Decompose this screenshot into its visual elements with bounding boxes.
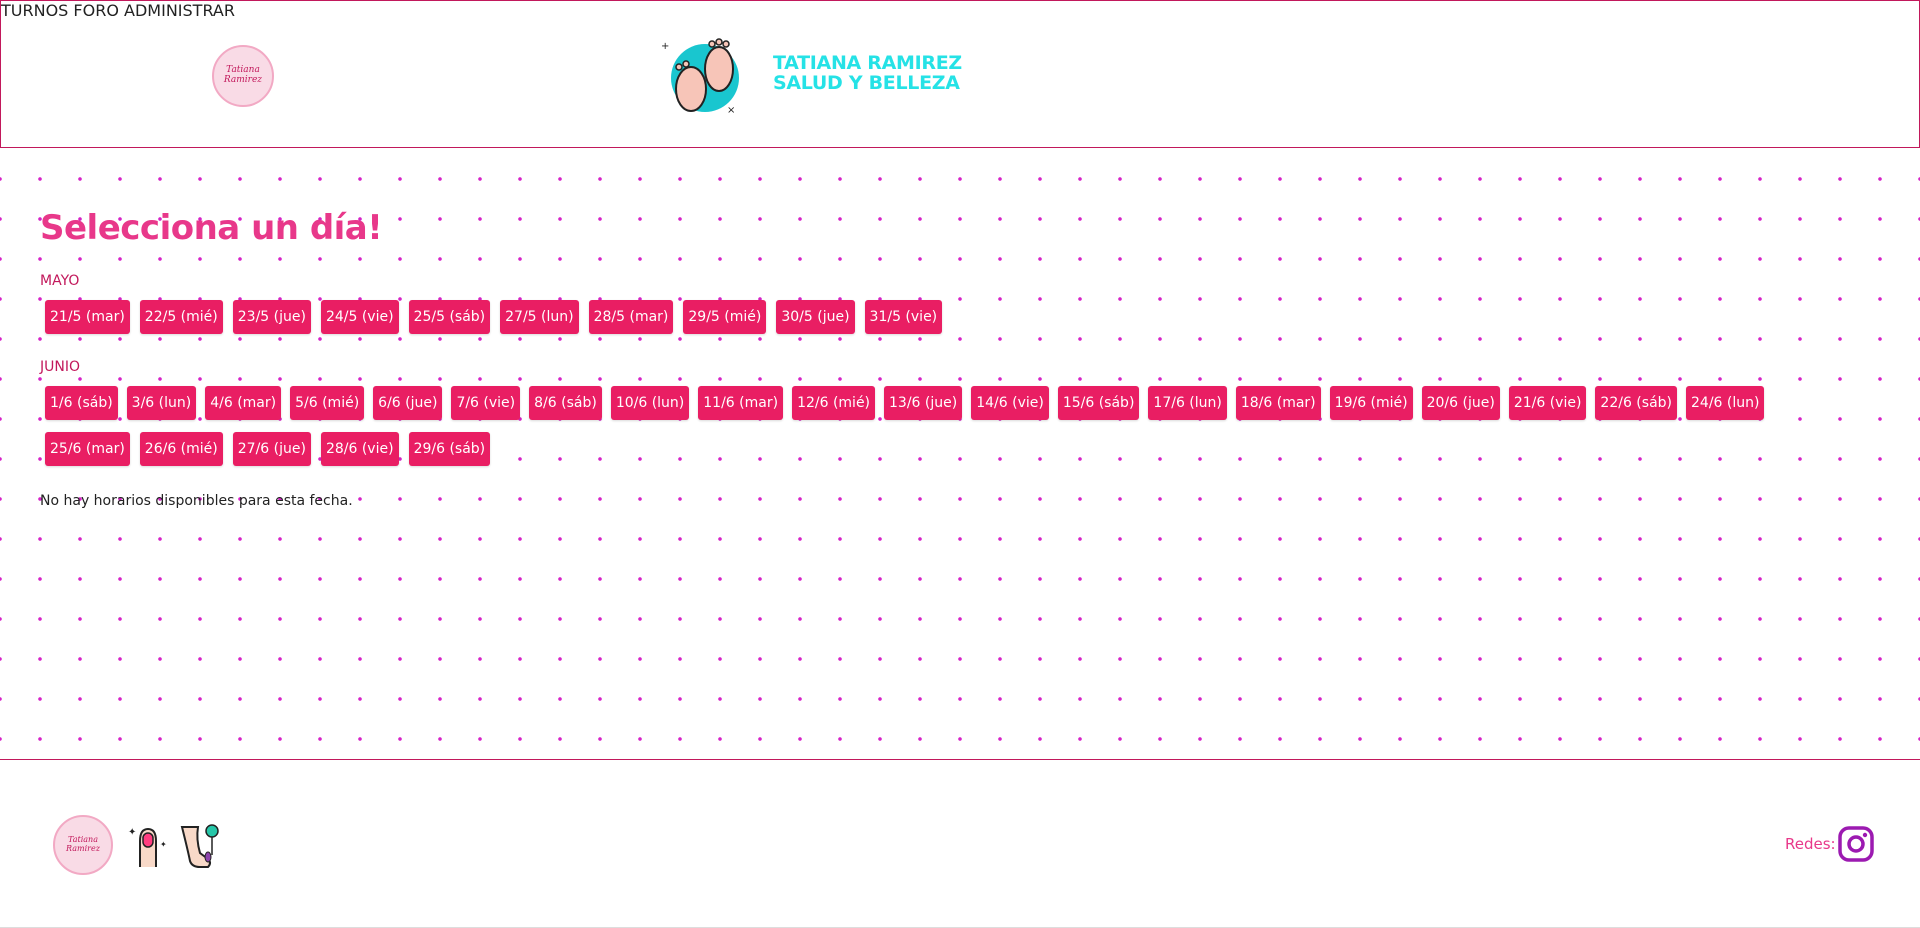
day-button[interactable]: 28/5 (mar) (588, 300, 674, 334)
instagram-icon[interactable] (1838, 826, 1874, 862)
day-button[interactable]: 22/6 (sáb) (1595, 386, 1677, 420)
day-button[interactable]: 28/6 (vie) (320, 432, 399, 466)
page-title: Selecciona un día! (40, 208, 383, 248)
day-selection-section: Selecciona un día! MAYO 21/5 (mar) 22/5 (… (0, 148, 1920, 760)
main-nav: TURNOS FORO ADMINISTRAR (1, 1, 1919, 20)
day-button[interactable]: 20/6 (jue) (1421, 386, 1500, 420)
logo-script: Tatiana Ramirez (223, 65, 263, 85)
day-button[interactable]: 31/5 (vie) (864, 300, 943, 334)
day-button[interactable]: 24/6 (lun) (1686, 386, 1765, 420)
day-button[interactable]: 7/6 (vie) (451, 386, 521, 420)
day-button[interactable]: 29/6 (sáb) (408, 432, 491, 466)
day-button[interactable]: 13/6 (jue) (884, 386, 963, 420)
day-button[interactable]: 6/6 (jue) (373, 386, 443, 420)
day-button[interactable]: 25/6 (mar) (45, 432, 130, 466)
nail-polish-icon: ✦ ✦ (128, 827, 167, 867)
nav-administrar[interactable]: ADMINISTRAR (124, 1, 235, 20)
day-button[interactable]: 26/6 (mié) (139, 432, 223, 466)
day-button[interactable]: 1/6 (sáb) (45, 386, 118, 420)
day-button[interactable]: 4/6 (mar) (205, 386, 282, 420)
day-button[interactable]: 11/6 (mar) (698, 386, 784, 420)
day-button[interactable]: 25/5 (sáb) (408, 300, 491, 334)
day-button[interactable]: 22/5 (mié) (139, 300, 223, 334)
day-button[interactable]: 3/6 (lun) (126, 386, 197, 420)
day-row-mayo: 21/5 (mar) 22/5 (mié) 23/5 (jue) 24/5 (vie)… (45, 300, 943, 334)
day-button[interactable]: 21/5 (mar) (45, 300, 130, 334)
day-button[interactable]: 27/5 (lun) (500, 300, 579, 334)
month-label-mayo: MAYO (40, 273, 80, 289)
brand-line-2: SALUD Y BELLEZA (773, 72, 960, 94)
brand-name: TATIANA RAMIREZ SALUD Y BELLEZA (773, 53, 962, 93)
svg-text:✦: ✦ (128, 827, 136, 838)
feet-icon: + × (661, 38, 739, 116)
svg-text:×: × (727, 105, 735, 116)
no-slots-message: No hay horarios disponibles para esta fe… (40, 493, 353, 509)
day-row-junio-2: 25/6 (mar) 26/6 (mié) 27/6 (jue) 28/6 (vie)… (45, 432, 491, 466)
day-button[interactable]: 5/6 (mié) (290, 386, 365, 420)
day-button[interactable]: 27/6 (jue) (232, 432, 311, 466)
svg-text:✦: ✦ (160, 840, 167, 849)
day-button[interactable]: 19/6 (mié) (1329, 386, 1413, 420)
footer-logo: Tatiana Ramirez (53, 815, 113, 875)
day-button[interactable]: 21/6 (vie) (1508, 386, 1587, 420)
day-button[interactable]: 29/5 (mié) (683, 300, 767, 334)
day-button[interactable]: 14/6 (vie) (971, 386, 1049, 420)
social-label: Redes: (1785, 835, 1836, 853)
day-button[interactable]: 12/6 (mié) (792, 386, 876, 420)
month-label-junio: JUNIO (40, 359, 80, 375)
day-button[interactable]: 8/6 (sáb) (529, 386, 602, 420)
brand-line-1: TATIANA RAMIREZ (773, 52, 962, 74)
day-row-junio-1: 1/6 (sáb) 3/6 (lun) 4/6 (mar) 5/6 (mié) 6/6 … (45, 386, 1765, 420)
nav-foro[interactable]: FORO (73, 1, 119, 20)
day-button[interactable]: 10/6 (lun) (610, 386, 690, 420)
day-button[interactable]: 18/6 (mar) (1235, 386, 1321, 420)
site-header: Tatiana Ramirez + × TATIANA RAMIREZ SALU… (0, 0, 1920, 148)
day-button[interactable]: 30/5 (jue) (776, 300, 855, 334)
svg-text:+: + (661, 41, 669, 52)
nav-turnos[interactable]: TURNOS (1, 1, 68, 20)
foot-flower-icon (180, 824, 219, 868)
day-button[interactable]: 17/6 (lun) (1148, 386, 1227, 420)
day-button[interactable]: 15/6 (sáb) (1057, 386, 1140, 420)
brand-logo[interactable]: Tatiana Ramirez (212, 45, 274, 107)
day-button[interactable]: 24/5 (vie) (320, 300, 399, 334)
footer-logo-script: Tatiana Ramirez (66, 835, 100, 853)
day-button[interactable]: 23/5 (jue) (232, 300, 311, 334)
site-footer: Tatiana Ramirez ✦ ✦ Redes: (0, 761, 1920, 928)
